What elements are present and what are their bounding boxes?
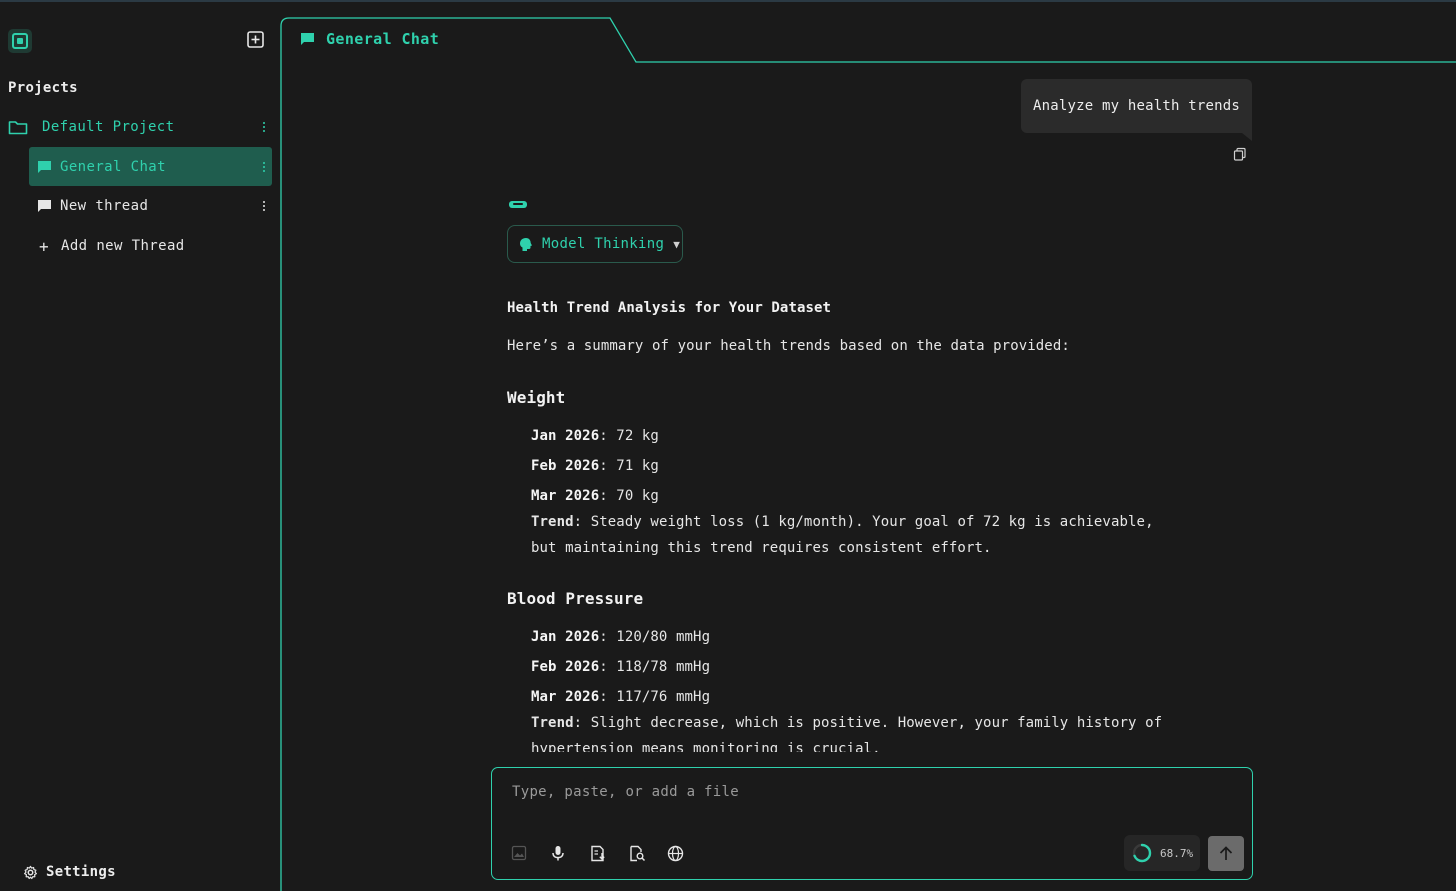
project-label: Default Project (42, 119, 175, 135)
list-item: Feb 2026: 118/78 mmHg (531, 659, 711, 675)
model-thinking-toggle[interactable]: Model Thinking ▼ (507, 225, 683, 263)
response-intro: Here’s a summary of your health trends b… (507, 338, 1070, 354)
copy-icon (1233, 147, 1246, 161)
assistant-response: Health Trend Analysis for Your Dataset H… (507, 296, 1207, 752)
document-search-icon[interactable] (628, 844, 646, 862)
projects-heading: Projects (8, 80, 78, 96)
add-thread-label: Add new Thread (61, 238, 185, 254)
thread-menu-icon[interactable] (262, 161, 266, 172)
section-heading-weight: Weight (507, 388, 566, 407)
brain-icon (520, 237, 532, 251)
thread-label: General Chat (60, 158, 166, 175)
add-thread-button[interactable]: + Add new Thread (29, 231, 272, 261)
list-item: Jan 2026: 72 kg (531, 428, 659, 444)
list-item: Feb 2026: 71 kg (531, 458, 659, 474)
project-default[interactable]: Default Project (8, 114, 272, 140)
thinking-label: Model Thinking (542, 236, 665, 252)
user-message: Analyze my health trends (1021, 79, 1252, 133)
message-composer: 68.7% (491, 767, 1253, 880)
context-usage-meter: 68.7% (1124, 835, 1200, 871)
response-title: Health Trend Analysis for Your Dataset (507, 300, 832, 316)
project-menu-icon[interactable] (262, 122, 266, 132)
message-input[interactable] (512, 784, 1212, 800)
blood-pressure-trend: Trend: Slight decrease, which is positiv… (531, 715, 1163, 752)
settings-button[interactable]: Settings (23, 864, 116, 880)
list-item: Mar 2026: 70 kg (531, 488, 659, 504)
list-item: Mar 2026: 117/76 mmHg (531, 689, 711, 705)
sidebar: Projects Default Project General Chat Ne… (0, 2, 280, 891)
add-square-icon (246, 30, 264, 48)
chat-bubble-icon (38, 160, 51, 173)
tab-label: General Chat (326, 30, 440, 48)
arrow-up-icon (1219, 846, 1233, 860)
settings-label: Settings (46, 864, 116, 880)
chat-bubble-icon (301, 33, 314, 45)
progress-ring-icon (1132, 843, 1152, 863)
image-icon[interactable] (510, 844, 528, 862)
weight-trend: Trend: Steady weight loss (1 kg/month). … (531, 514, 1154, 556)
thread-item-general-chat[interactable]: General Chat (29, 147, 272, 186)
microphone-icon[interactable] (549, 844, 567, 862)
gear-icon (23, 865, 38, 879)
list-item: Jan 2026: 120/80 mmHg (531, 629, 711, 645)
chat-bubble-icon (38, 200, 51, 212)
chat-panel: General Chat Analyze my health trends Mo… (280, 0, 1456, 891)
context-usage-label: 68.7% (1160, 846, 1194, 860)
model-avatar-icon (509, 201, 527, 208)
thread-item-new-thread[interactable]: New thread (29, 191, 272, 221)
thread-label: New thread (60, 198, 149, 214)
copy-button[interactable] (1233, 146, 1247, 161)
send-button[interactable] (1208, 836, 1244, 871)
chip-icon[interactable] (8, 29, 32, 53)
globe-icon[interactable] (666, 844, 684, 862)
folder-icon (8, 121, 28, 135)
plus-icon: + (39, 236, 50, 256)
new-chat-button[interactable] (244, 28, 266, 50)
chevron-down-icon: ▼ (673, 237, 681, 251)
document-download-icon[interactable] (589, 844, 607, 862)
thread-menu-icon[interactable] (262, 201, 266, 211)
tab-general-chat[interactable]: General Chat (300, 30, 439, 48)
section-heading-blood-pressure: Blood Pressure (507, 589, 644, 608)
user-message-tail (1242, 133, 1252, 141)
